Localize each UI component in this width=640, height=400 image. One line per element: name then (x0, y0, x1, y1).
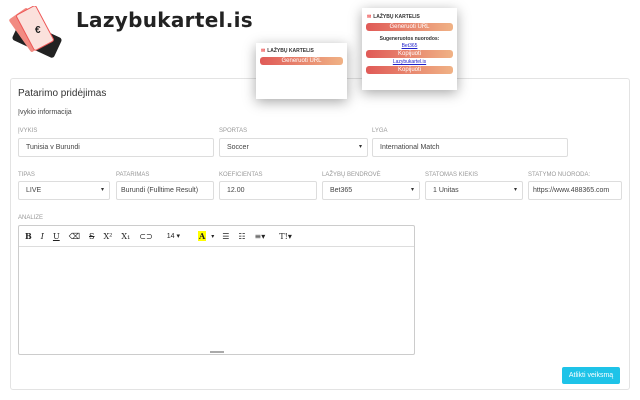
popup-logo-text: LAŽYBŲ KARTELIS (373, 14, 420, 20)
bullet-list-icon[interactable]: ☰ (222, 232, 229, 241)
font-size-dropdown[interactable]: 14 ▾ (167, 232, 180, 240)
svg-text:€: € (35, 25, 41, 36)
popup-logo: ✉ LAŽYBŲ KARTELIS (261, 48, 314, 54)
type-label: TIPAS (18, 172, 35, 178)
subscript-icon[interactable]: X₁ (121, 232, 130, 241)
type-value: LIVE (26, 187, 42, 194)
extension-popup-small: ✉ LAŽYBŲ KARTELIS Generuoti URL (256, 43, 347, 99)
bet-link-input[interactable]: https://www.488365.com (528, 181, 622, 200)
bold-icon[interactable]: B (25, 231, 32, 241)
copy-button-2[interactable]: Kopijuoti (366, 66, 453, 74)
eraser-icon[interactable]: ⌫ (69, 232, 80, 241)
editor-toolbar: B I U ⌫ S X² X₁ ⊂⊃ 14 ▾ A ▾ ☰ ☷ ≡▾ T!▾ (19, 226, 414, 247)
color-dropdown-icon[interactable]: ▾ (211, 233, 214, 240)
page-title: Patarimo pridėjimas (18, 88, 107, 99)
sport-label: SPORTAS (219, 128, 248, 134)
type-select[interactable]: LIVE (18, 181, 110, 200)
brand-name[interactable]: Lazybukartel.is (76, 8, 253, 32)
tip-label: PATARIMAS (116, 172, 150, 178)
stake-value: 1 Unitas (433, 187, 459, 194)
font-size-value: 14 (166, 233, 175, 240)
numbered-list-icon[interactable]: ☷ (238, 232, 245, 241)
bookmaker-label: LAŽYBŲ BENDROVĖ (322, 172, 381, 178)
league-input[interactable]: International Match (372, 138, 568, 157)
extension-popup-large: ✉ LAŽYBŲ KARTELIS Generuoti URL Sugeneruo… (362, 8, 457, 90)
text-style-icon[interactable]: T!▾ (279, 232, 292, 241)
popup-logo-text: LAŽYBŲ KARTELIS (267, 48, 314, 54)
league-label: LYGA (372, 128, 388, 134)
odds-label: KOEFICIENTAS (219, 172, 263, 178)
odds-input[interactable]: 12.00 (219, 181, 317, 200)
stake-label: STATOMAS KIEKIS (425, 172, 479, 178)
analysis-label: ANALIZE (18, 215, 44, 221)
lazybukartelis-link[interactable]: Lazybukartel.is (362, 59, 457, 65)
generate-url-button[interactable]: Generuoti URL (366, 23, 453, 31)
strikethrough-icon[interactable]: S (89, 232, 94, 241)
sport-select[interactable]: Soccer (219, 138, 368, 157)
bookmaker-select[interactable]: Bet365 (322, 181, 420, 200)
align-dropdown-icon[interactable]: ≡▾ (255, 232, 266, 241)
stake-select[interactable]: 1 Unitas (425, 181, 523, 200)
copy-button-1[interactable]: Kopijuoti (366, 50, 453, 58)
underline-icon[interactable]: U (53, 232, 60, 241)
popup-logo: ✉ LAŽYBŲ KARTELIS (367, 14, 420, 20)
resize-handle[interactable] (209, 351, 224, 353)
superscript-icon[interactable]: X² (103, 232, 112, 241)
generated-links-heading: Sugeneruotos nuorodos: (379, 36, 440, 42)
section-title: Įvykio informacija (18, 109, 72, 116)
bet365-link[interactable]: Bet365 (362, 43, 457, 49)
tip-input[interactable]: Burundi (Fulltime Result) (116, 181, 214, 200)
event-label: ĮVYKIS (18, 128, 38, 134)
bookmaker-value: Bet365 (330, 187, 353, 194)
bet-link-label: STATYMO NUORODA: (528, 172, 591, 178)
logo-icon: € (9, 6, 62, 58)
event-input[interactable]: Tunisia v Burundi (18, 138, 214, 157)
submit-button[interactable]: Atlikti veiksmą (562, 367, 620, 384)
highlight-color-icon[interactable]: A (197, 231, 207, 241)
link-icon[interactable]: ⊂⊃ (139, 232, 152, 241)
generate-url-button[interactable]: Generuoti URL (260, 57, 343, 65)
analysis-editor[interactable]: B I U ⌫ S X² X₁ ⊂⊃ 14 ▾ A ▾ ☰ ☷ ≡▾ T!▾ (18, 225, 415, 355)
sport-value: Soccer (227, 144, 249, 151)
italic-icon[interactable]: I (41, 232, 44, 241)
